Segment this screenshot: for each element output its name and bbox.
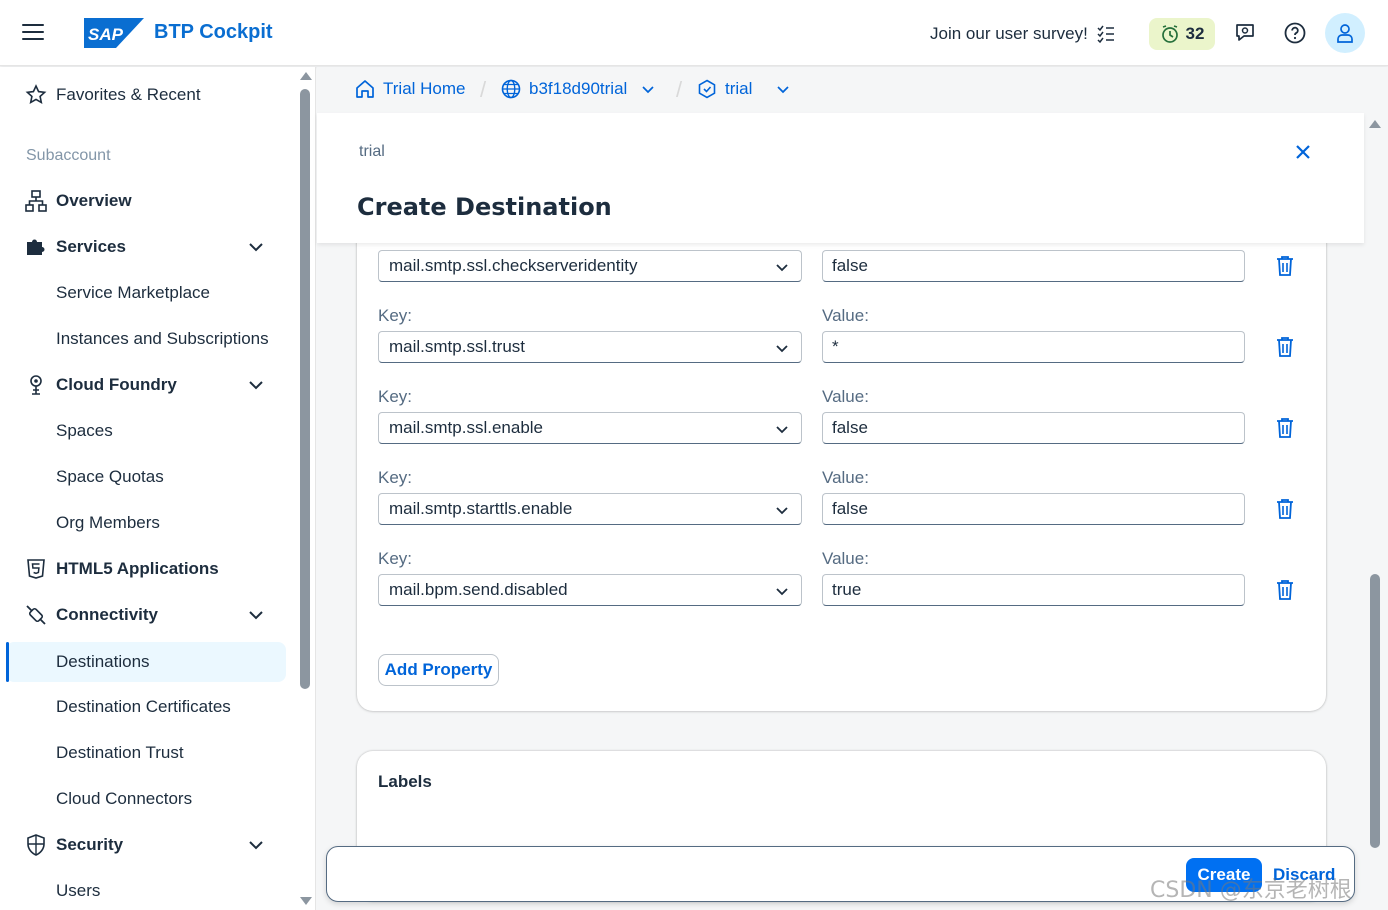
scroll-up-arrow[interactable] — [300, 72, 312, 80]
globe-icon — [501, 79, 521, 99]
breadcrumb-separator: / — [676, 77, 683, 102]
alarm-icon — [1161, 25, 1178, 43]
survey-text: Join our user survey! — [930, 24, 1088, 43]
sidebar-item-overview[interactable]: Overview — [0, 181, 290, 221]
sidebar-scrollbar[interactable] — [300, 89, 310, 689]
chevron-down-icon[interactable] — [641, 82, 655, 96]
sidebar-item-org-members[interactable]: Org Members — [0, 503, 290, 543]
dialog-title: Create Destination — [357, 193, 612, 221]
chevron-down-icon — [776, 588, 788, 596]
group-subaccount: Subaccount — [26, 147, 111, 164]
shield-icon — [27, 834, 45, 856]
chevron-down-icon[interactable] — [248, 837, 264, 853]
dialog-header: trial Create Destination — [317, 113, 1364, 243]
delete-icon[interactable] — [1275, 579, 1295, 601]
breadcrumb-global-account[interactable]: b3f18d90trial — [501, 79, 655, 99]
sap-logo[interactable]: SAP — [84, 18, 144, 48]
chevron-down-icon — [776, 345, 788, 353]
value-label: Value: — [822, 306, 869, 325]
delete-icon[interactable] — [1275, 498, 1295, 520]
subaccount-icon — [698, 79, 716, 99]
sidebar-item-instances[interactable]: Instances and Subscriptions — [0, 319, 290, 359]
help-icon[interactable] — [1283, 21, 1307, 45]
breadcrumb: Trial Home / b3f18d90trial / trial — [317, 67, 1388, 113]
delete-icon[interactable] — [1275, 336, 1295, 358]
menu-icon[interactable] — [22, 24, 44, 42]
user-avatar[interactable] — [1325, 13, 1365, 53]
side-navigation: Favorites & Recent Subaccount Overview S… — [0, 67, 316, 910]
delete-icon[interactable] — [1275, 417, 1295, 439]
property-value-input[interactable]: true — [822, 574, 1245, 606]
labels-title: Labels — [378, 772, 432, 791]
home-icon — [356, 80, 374, 98]
sidebar-item-destinations[interactable]: Destinations — [6, 642, 286, 682]
scroll-down-arrow[interactable] — [300, 897, 312, 905]
breadcrumb-home[interactable]: Trial Home — [355, 79, 466, 99]
cloud-foundry-icon — [30, 375, 42, 395]
survey-link[interactable]: Join our user survey! — [930, 24, 1116, 44]
value-label: Value: — [822, 468, 869, 487]
property-key-select[interactable]: mail.smtp.starttls.enable — [378, 493, 802, 525]
chevron-down-icon[interactable] — [248, 377, 264, 393]
sidebar-item-cloud-connectors[interactable]: Cloud Connectors — [0, 779, 290, 819]
puzzle-icon — [27, 239, 45, 255]
sidebar-item-cloud-foundry[interactable]: Cloud Foundry — [0, 365, 290, 405]
star-icon — [25, 84, 47, 104]
html5-icon — [27, 559, 45, 579]
property-key-select[interactable]: mail.smtp.ssl.enable — [378, 412, 802, 444]
add-property-button[interactable]: Add Property — [378, 654, 499, 686]
sidebar-item-service-marketplace[interactable]: Service Marketplace — [0, 273, 290, 313]
sidebar-item-connectivity[interactable]: Connectivity — [0, 595, 290, 635]
notification-count: 32 — [1185, 24, 1205, 43]
key-label: Key: — [378, 306, 413, 325]
sidebar-item-destination-trust[interactable]: Destination Trust — [0, 733, 290, 773]
sidebar-item-html5[interactable]: HTML5 Applications — [0, 549, 290, 589]
chevron-down-icon[interactable] — [776, 82, 790, 96]
product-name[interactable]: BTP Cockpit — [154, 21, 273, 44]
property-key-select[interactable]: mail.smtp.ssl.checkserveridentity — [378, 250, 802, 282]
key-label: Key: — [378, 468, 413, 487]
sidebar-item-spaces[interactable]: Spaces — [0, 411, 290, 451]
hierarchy-icon — [25, 190, 47, 212]
chevron-down-icon — [776, 264, 788, 272]
checklist-icon — [1097, 25, 1114, 44]
property-value-input[interactable]: false — [822, 493, 1245, 525]
key-label: Key: — [378, 549, 413, 568]
user-icon — [1337, 24, 1353, 43]
property-value-input[interactable]: false — [822, 412, 1245, 444]
chevron-down-icon — [776, 426, 788, 434]
notifications-button[interactable]: 32 — [1149, 18, 1215, 50]
sidebar-item-space-quotas[interactable]: Space Quotas — [0, 457, 290, 497]
chevron-down-icon[interactable] — [248, 607, 264, 623]
chevron-down-icon[interactable] — [248, 239, 264, 255]
content-scrollbar[interactable] — [1370, 574, 1380, 848]
svg-text:SAP: SAP — [88, 25, 124, 44]
feedback-icon[interactable] — [1233, 21, 1257, 45]
scroll-up-arrow[interactable] — [1369, 120, 1381, 128]
close-icon[interactable] — [1293, 142, 1313, 162]
connectivity-icon — [26, 605, 46, 625]
breadcrumb-separator: / — [480, 77, 487, 102]
property-key-select[interactable]: mail.bpm.send.disabled — [378, 574, 802, 606]
chevron-down-icon — [776, 507, 788, 515]
shell-bar: SAP BTP Cockpit Join our user survey! 32 — [0, 0, 1388, 66]
value-label: Value: — [822, 549, 869, 568]
breadcrumb-subaccount[interactable]: trial — [697, 79, 790, 99]
key-label: Key: — [378, 387, 413, 406]
watermark: CSDN @东京老树根 — [1150, 878, 1352, 903]
sidebar-item-favorites[interactable]: Favorites & Recent — [0, 75, 290, 115]
delete-icon[interactable] — [1275, 255, 1295, 277]
sidebar-item-users[interactable]: Users — [0, 871, 290, 910]
sidebar-item-services[interactable]: Services — [0, 227, 290, 267]
property-value-input[interactable]: * — [822, 331, 1245, 363]
dialog-subtitle: trial — [359, 143, 385, 160]
value-label: Value: — [822, 387, 869, 406]
property-key-select[interactable]: mail.smtp.ssl.trust — [378, 331, 802, 363]
sidebar-item-destination-certificates[interactable]: Destination Certificates — [0, 687, 290, 727]
sidebar-item-security[interactable]: Security — [0, 825, 290, 865]
property-value-input[interactable]: false — [822, 250, 1245, 282]
